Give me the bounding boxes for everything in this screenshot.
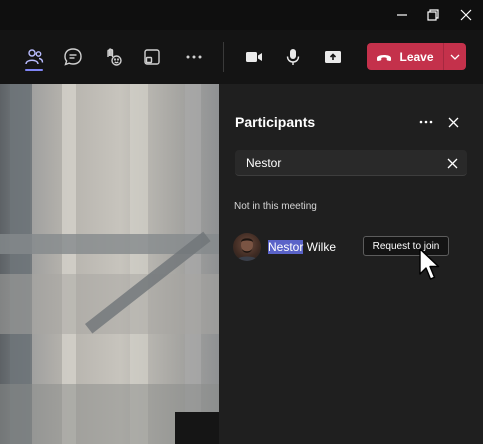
leave-label: Leave <box>399 49 434 64</box>
active-tab-indicator <box>25 69 43 71</box>
camera-button[interactable] <box>237 40 271 74</box>
microphone-icon <box>286 49 300 65</box>
search-input[interactable]: Nestor <box>235 150 467 176</box>
rooms-icon <box>144 49 160 65</box>
close-icon <box>447 158 457 168</box>
avatar <box>233 233 261 261</box>
more-options-button[interactable] <box>177 40 211 74</box>
search-value: Nestor <box>246 156 282 170</box>
leave-options-button[interactable] <box>444 43 466 70</box>
phone-hangup-icon <box>377 54 392 61</box>
participants-panel: Participants Nestor Not in this meeting … <box>219 84 483 444</box>
reactions-button[interactable] <box>96 40 130 74</box>
participant-name: Nestor Wilke <box>268 240 336 254</box>
chevron-down-icon <box>450 54 460 60</box>
close-icon <box>448 117 458 127</box>
participants-icon <box>25 49 44 65</box>
panel-more-button[interactable] <box>415 111 437 133</box>
mouse-cursor-icon <box>419 248 440 280</box>
title-bar <box>0 0 483 30</box>
chat-icon <box>64 48 82 66</box>
video-feed <box>0 84 219 444</box>
toolbar-divider <box>223 42 224 72</box>
leave-button[interactable]: Leave <box>367 43 466 70</box>
more-options-icon <box>419 120 433 124</box>
name-rest: Wilke <box>303 240 337 254</box>
reactions-icon <box>107 48 122 66</box>
leave-main[interactable]: Leave <box>367 43 443 70</box>
share-icon <box>325 51 341 63</box>
microphone-button[interactable] <box>276 40 310 74</box>
chat-button[interactable] <box>56 40 90 74</box>
rooms-button[interactable] <box>135 40 169 74</box>
close-icon[interactable] <box>451 0 481 30</box>
section-label: Not in this meeting <box>234 201 317 212</box>
clear-search-button[interactable] <box>441 152 463 174</box>
minimize-icon[interactable] <box>387 0 417 30</box>
restore-icon[interactable] <box>418 0 448 30</box>
panel-title: Participants <box>235 114 316 130</box>
name-match-highlight: Nestor <box>268 240 304 254</box>
share-button[interactable] <box>316 40 350 74</box>
panel-close-button[interactable] <box>442 111 464 133</box>
camera-icon <box>246 52 262 62</box>
more-options-icon <box>186 55 202 59</box>
participants-button[interactable] <box>17 40 51 74</box>
